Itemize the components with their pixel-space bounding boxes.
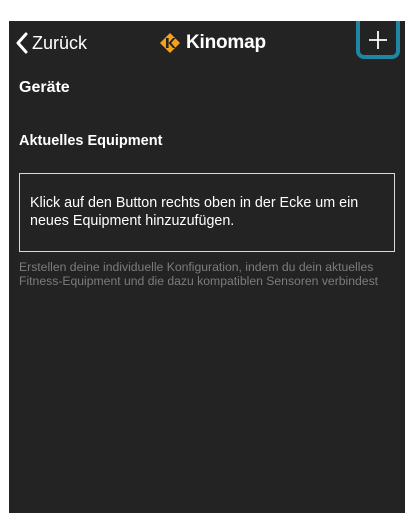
brand: Kinomap	[159, 29, 266, 57]
current-equipment-heading: Aktuelles Equipment	[19, 133, 163, 149]
app-name: Kinomap	[186, 32, 266, 53]
navigation-bar: Zurück Kinomap	[9, 21, 405, 65]
empty-equipment-box: Klick auf den Button rechts oben in der …	[19, 173, 395, 252]
empty-equipment-message: Klick auf den Button rechts oben in der …	[30, 195, 359, 229]
back-label: Zurück	[32, 32, 88, 53]
app-screen: Zurück Kinomap Geräte Aktuelles Equipmen…	[9, 21, 405, 513]
page-title: Geräte	[19, 79, 70, 96]
back-button[interactable]: Zurück	[15, 29, 87, 57]
kinomap-logo-icon	[159, 32, 181, 54]
configuration-hint: Erstellen deine individuelle Konfigurati…	[19, 260, 379, 288]
plus-icon	[368, 30, 388, 55]
add-equipment-button[interactable]	[361, 25, 395, 59]
chevron-left-icon	[15, 32, 28, 54]
